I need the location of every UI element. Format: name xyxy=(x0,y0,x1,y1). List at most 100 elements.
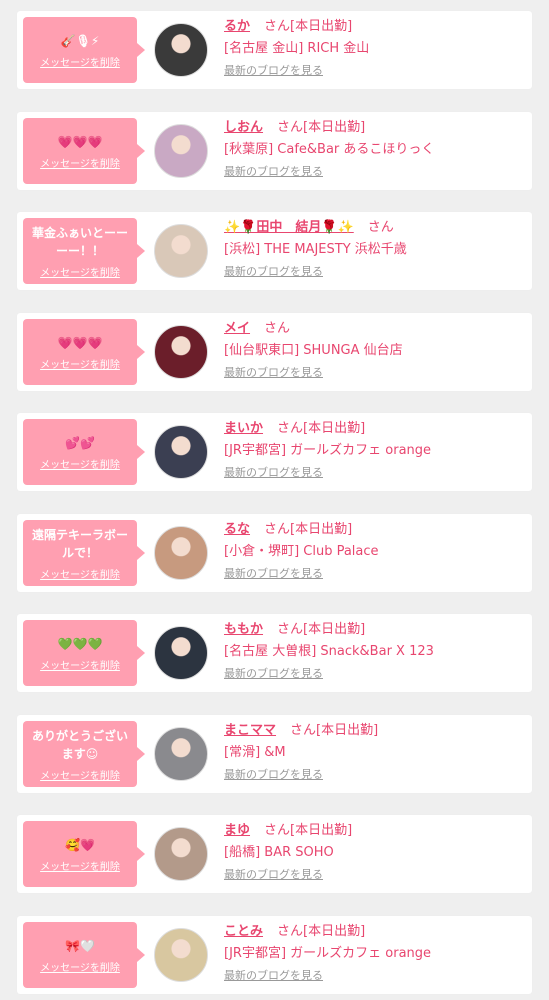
status-badge: [本日出勤] xyxy=(290,522,353,537)
cast-name-link[interactable]: るな xyxy=(224,522,250,537)
status-badge: [本日出勤] xyxy=(316,723,379,738)
cast-name-link[interactable]: しおん xyxy=(224,120,263,135)
shop-label: [秋葉原] Cafe&Bar あるこほりっく xyxy=(224,142,435,157)
latest-blog-link[interactable]: 最新のブログを見る xyxy=(224,63,323,78)
cast-name-link[interactable]: ✨🌹田中 結月🌹✨ xyxy=(224,220,354,235)
shop-label: [JR宇都宮] ガールズカフェ orange xyxy=(224,443,432,458)
message-text: 💗💗💗 xyxy=(57,134,103,149)
delete-message-button[interactable]: メッセージを削除 xyxy=(40,264,120,279)
delete-message-button[interactable]: メッセージを削除 xyxy=(40,456,120,471)
honorific-label: さん xyxy=(264,19,291,34)
avatar[interactable] xyxy=(154,526,208,580)
message-card: 💗💗💗 メッセージを削除 しおん さん[本日出勤] [秋葉原] Cafe&Bar … xyxy=(17,112,532,190)
message-text: 💕💕 xyxy=(65,435,95,450)
shop-label: [浜松] THE MAJESTY 浜松千歳 xyxy=(224,242,407,257)
latest-blog-link[interactable]: 最新のブログを見る xyxy=(224,566,323,581)
message-text: 💚💚💚 xyxy=(57,636,103,651)
message-card: 💗💗💗 メッセージを削除 メイ さん [仙台駅東口] SHUNGA 仙台店 最新の… xyxy=(17,313,532,391)
honorific-label: さん xyxy=(264,321,291,336)
honorific-label: さん xyxy=(264,522,291,537)
delete-message-button[interactable]: メッセージを削除 xyxy=(40,155,120,170)
cast-name-link[interactable]: まいか xyxy=(224,421,263,436)
message-bubble: 💚💚💚 メッセージを削除 xyxy=(23,620,145,686)
message-card: 🎀🤍 メッセージを削除 ことみ さん[本日出勤] [JR宇都宮] ガールズカフェ … xyxy=(17,916,532,994)
message-bubble: 🥰💗 メッセージを削除 xyxy=(23,821,145,887)
cast-name-link[interactable]: ことみ xyxy=(224,924,263,939)
message-text: 💗💗💗 xyxy=(57,335,103,350)
message-list: 🎸🎙⚡ メッセージを削除 るか さん[本日出勤] [名古屋 金山] RICH 金山… xyxy=(0,0,549,1000)
avatar[interactable] xyxy=(154,928,208,982)
avatar[interactable] xyxy=(154,425,208,479)
avatar[interactable] xyxy=(154,224,208,278)
cast-name-link[interactable]: ももか xyxy=(224,622,263,637)
cast-name-link[interactable]: メイ xyxy=(224,321,250,336)
delete-message-button[interactable]: メッセージを削除 xyxy=(40,54,120,69)
name-line: ことみ さん[本日出勤] xyxy=(224,923,365,940)
avatar[interactable] xyxy=(154,727,208,781)
cast-info: しおん さん[本日出勤] [秋葉原] Cafe&Bar あるこほりっく 最新のブロ… xyxy=(224,112,526,190)
name-line: まいか さん[本日出勤] xyxy=(224,420,365,437)
latest-blog-link[interactable]: 最新のブログを見る xyxy=(224,666,323,681)
name-line: しおん さん[本日出勤] xyxy=(224,119,365,136)
honorific-label: さん xyxy=(277,421,304,436)
cast-name-link[interactable]: まこママ xyxy=(224,723,276,738)
delete-message-button[interactable]: メッセージを削除 xyxy=(40,657,120,672)
shop-label: [小倉・堺町] Club Palace xyxy=(224,544,379,559)
name-line: ✨🌹田中 結月🌹✨ さん xyxy=(224,219,394,236)
avatar[interactable] xyxy=(154,325,208,379)
cast-name-link[interactable]: まゆ xyxy=(224,823,250,838)
message-card: 💕💕 メッセージを削除 まいか さん[本日出勤] [JR宇都宮] ガールズカフェ … xyxy=(17,413,532,491)
cast-name-link[interactable]: るか xyxy=(224,19,250,34)
message-bubble: 🎀🤍 メッセージを削除 xyxy=(23,922,145,988)
message-bubble: ありがとうございます☺ メッセージを削除 xyxy=(23,721,145,787)
message-card: 🥰💗 メッセージを削除 まゆ さん[本日出勤] [船橋] BAR SOHO 最新の… xyxy=(17,815,532,893)
name-line: まこママ さん[本日出勤] xyxy=(224,722,378,739)
delete-message-button[interactable]: メッセージを削除 xyxy=(40,959,120,974)
avatar[interactable] xyxy=(154,626,208,680)
message-text: 🎸🎙⚡ xyxy=(60,33,100,48)
avatar[interactable] xyxy=(154,124,208,178)
delete-message-button[interactable]: メッセージを削除 xyxy=(40,858,120,873)
message-bubble: 💕💕 メッセージを削除 xyxy=(23,419,145,485)
honorific-label: さん xyxy=(367,220,394,235)
latest-blog-link[interactable]: 最新のブログを見る xyxy=(224,767,323,782)
name-line: まゆ さん[本日出勤] xyxy=(224,822,352,839)
message-text: 🎀🤍 xyxy=(65,938,95,953)
message-bubble: 遠隔テキーラボールで！ メッセージを削除 xyxy=(23,520,145,586)
latest-blog-link[interactable]: 最新のブログを見る xyxy=(224,968,323,983)
status-badge: [本日出勤] xyxy=(290,823,353,838)
avatar[interactable] xyxy=(154,23,208,77)
latest-blog-link[interactable]: 最新のブログを見る xyxy=(224,465,323,480)
status-badge: [本日出勤] xyxy=(290,19,353,34)
delete-message-button[interactable]: メッセージを削除 xyxy=(40,767,120,782)
latest-blog-link[interactable]: 最新のブログを見る xyxy=(224,264,323,279)
message-bubble: 華金ふぁいとーーーー！！ メッセージを削除 xyxy=(23,218,145,284)
message-card: 🎸🎙⚡ メッセージを削除 るか さん[本日出勤] [名古屋 金山] RICH 金山… xyxy=(17,11,532,89)
avatar[interactable] xyxy=(154,827,208,881)
cast-info: るな さん[本日出勤] [小倉・堺町] Club Palace 最新のブログを見る xyxy=(224,514,526,592)
status-badge: [本日出勤] xyxy=(303,120,366,135)
cast-info: まいか さん[本日出勤] [JR宇都宮] ガールズカフェ orange 最新のブロ… xyxy=(224,413,526,491)
honorific-label: さん xyxy=(290,723,317,738)
honorific-label: さん xyxy=(277,622,304,637)
cast-info: まこママ さん[本日出勤] [常滑] &M 最新のブログを見る xyxy=(224,715,526,793)
latest-blog-link[interactable]: 最新のブログを見る xyxy=(224,867,323,882)
honorific-label: さん xyxy=(264,823,291,838)
delete-message-button[interactable]: メッセージを削除 xyxy=(40,566,120,581)
name-line: るな さん[本日出勤] xyxy=(224,521,352,538)
message-bubble: 💗💗💗 メッセージを削除 xyxy=(23,118,145,184)
message-text: 遠隔テキーラボールで！ xyxy=(31,527,128,560)
cast-info: ことみ さん[本日出勤] [JR宇都宮] ガールズカフェ orange 最新のブロ… xyxy=(224,916,526,994)
message-card: ありがとうございます☺ メッセージを削除 まこママ さん[本日出勤] [常滑] &… xyxy=(17,715,532,793)
shop-label: [名古屋 大曽根] Snack&Bar X 123 xyxy=(224,644,434,659)
name-line: メイ さん xyxy=(224,320,290,337)
status-badge: [本日出勤] xyxy=(303,622,366,637)
message-text: ありがとうございます☺ xyxy=(31,728,128,761)
latest-blog-link[interactable]: 最新のブログを見る xyxy=(224,164,323,179)
message-bubble: 💗💗💗 メッセージを削除 xyxy=(23,319,145,385)
delete-message-button[interactable]: メッセージを削除 xyxy=(40,356,120,371)
message-card: 💚💚💚 メッセージを削除 ももか さん[本日出勤] [名古屋 大曽根] Snack… xyxy=(17,614,532,692)
message-card: 遠隔テキーラボールで！ メッセージを削除 るな さん[本日出勤] [小倉・堺町] … xyxy=(17,514,532,592)
message-bubble: 🎸🎙⚡ メッセージを削除 xyxy=(23,17,145,83)
latest-blog-link[interactable]: 最新のブログを見る xyxy=(224,365,323,380)
